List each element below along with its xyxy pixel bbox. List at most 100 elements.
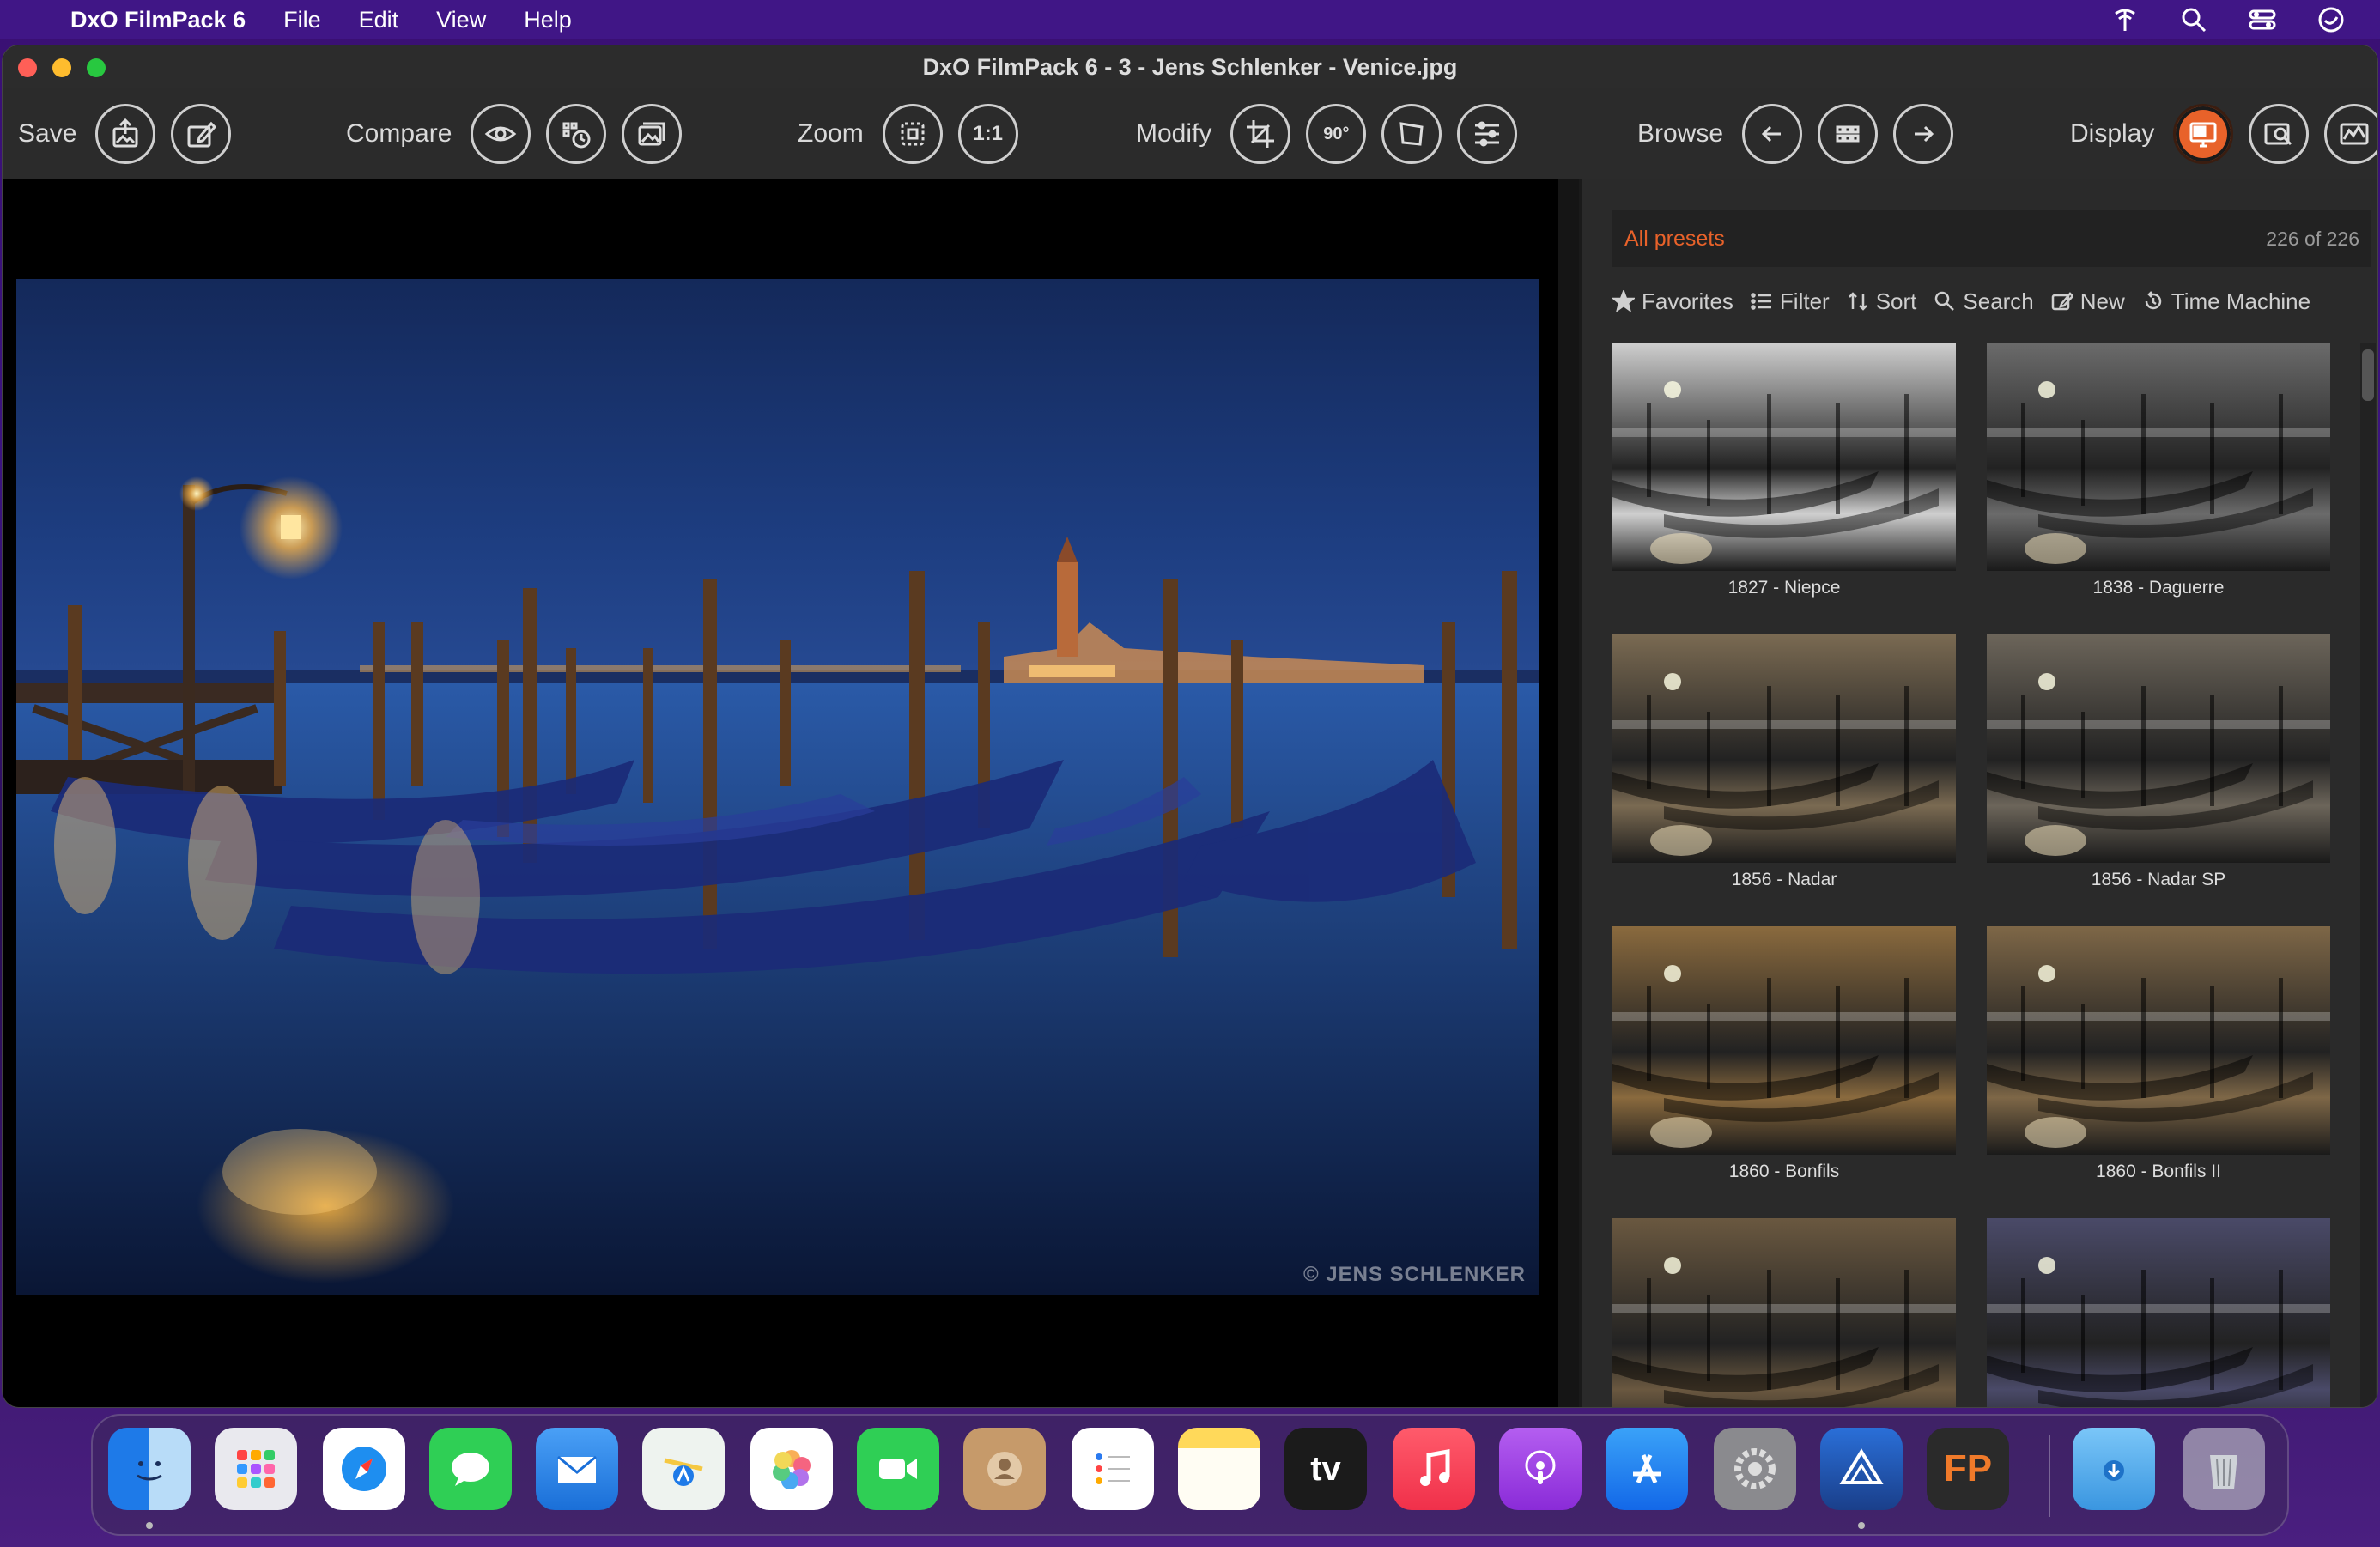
preset-preview-image [1987,634,2330,863]
preset-label: 1860 - Bonfils II [2096,1162,2221,1181]
dock-safari-icon[interactable] [323,1428,405,1510]
menu-app-name[interactable]: DxO FilmPack 6 [70,7,246,33]
dock-tv-icon[interactable]: tv [1284,1428,1367,1510]
new-preset-icon [2051,292,2073,311]
spotlight-search-icon[interactable] [2179,5,2208,34]
control-center-icon[interactable] [2248,5,2277,34]
maps-icon [664,1458,703,1486]
sliders-icon [1475,121,1500,147]
rotate-button[interactable]: 90° [1306,104,1367,164]
app-store-a-icon [1633,1453,1661,1484]
zoom-100-button[interactable]: 1:1 [957,104,1018,164]
siri-icon[interactable] [2316,5,2346,34]
filter-button[interactable]: Filter [1751,288,1830,315]
menu-bar: DxO FilmPack 6 File Edit View Help [0,0,2380,39]
save-group: Save [18,104,232,164]
edit-external-button[interactable] [171,104,232,164]
network-status-icon[interactable] [2110,5,2140,34]
menu-file[interactable]: File [283,7,321,33]
presets-scrollbar-thumb[interactable] [2362,349,2374,401]
crop-icon [1247,120,1275,148]
preset-label: 1856 - Nadar SP [2091,870,2226,889]
close-window-button[interactable] [18,58,37,77]
compare-group: Compare [346,104,683,164]
favorites-button[interactable]: Favorites [1612,288,1733,315]
preset-thumbnail[interactable] [1612,1218,1956,1407]
presets-category-dropdown[interactable]: All presets [1624,227,1725,252]
menu-help[interactable]: Help [524,7,572,33]
image-viewer: © JENS SCHLENKER [3,179,1558,1407]
dock-reminders-icon[interactable] [1072,1428,1154,1510]
zoom-window-button[interactable] [87,58,106,77]
dock-app-store-icon[interactable] [1606,1428,1688,1510]
zoom-fit-button[interactable] [882,104,943,164]
preset-thumbnail[interactable]: 1838 - Daguerre [1987,343,2330,598]
search-label: Search [1963,288,2034,314]
menu-edit[interactable]: Edit [359,7,399,33]
compare-history-button[interactable] [546,104,607,164]
dock-messages-icon[interactable] [429,1428,512,1510]
zoom-label: Zoom [798,119,864,148]
toolbar: Save Compare Zoom 1:1 Modify 90° Browse … [3,88,2377,179]
next-image-button[interactable] [1893,104,1954,164]
search-button[interactable]: Search [1934,288,2034,315]
dock-maps-icon[interactable] [642,1428,725,1510]
photo-copyright-watermark: © JENS SCHLENKER [1302,1263,1526,1286]
preset-label: 1838 - Daguerre [2092,578,2225,598]
title-bar: DxO FilmPack 6 - 3 - Jens Schlenker - Ve… [3,46,2377,88]
presets-scrollbar[interactable] [2360,343,2376,1407]
dock-facetime-icon[interactable] [857,1428,939,1510]
dock-downloads-icon[interactable] [2073,1428,2155,1510]
presets-count: 226 of 226 [2266,227,2359,250]
preset-label: 1856 - Nadar [1731,870,1837,889]
preset-thumbnail[interactable]: 1856 - Nadar [1612,634,1956,890]
dock-mail-icon[interactable] [536,1428,618,1510]
preset-thumbnail[interactable]: 1856 - Nadar SP [1987,634,2330,890]
dock-launchpad-icon[interactable] [215,1428,297,1510]
histogram-button[interactable] [2324,104,2377,164]
adjustments-button[interactable] [1457,104,1518,164]
dock-music-icon[interactable] [1393,1428,1475,1510]
dock-photos-icon[interactable] [750,1428,833,1510]
new-preset-button[interactable]: New [2051,288,2125,315]
venice-photo[interactable]: © JENS SCHLENKER [16,279,1539,1295]
export-button[interactable] [95,104,156,164]
dock-contacts-icon[interactable] [963,1428,1046,1510]
compare-side-by-side-button[interactable] [622,104,683,164]
menu-view[interactable]: View [436,7,486,33]
preset-preview-image [1987,1218,2330,1407]
display-label: Display [2070,119,2155,148]
preset-preview-image [1987,926,2330,1155]
preset-label: 1860 - Bonfils [1728,1162,1840,1181]
compare-original-button[interactable] [471,104,531,164]
minimize-window-button[interactable] [52,58,71,77]
window-title: DxO FilmPack 6 - 3 - Jens Schlenker - Ve… [922,53,1458,80]
histogram-icon [2340,123,2369,145]
dock-podcasts-icon[interactable] [1499,1428,1582,1510]
sort-button[interactable]: Sort [1847,288,1916,315]
preset-thumbnail[interactable] [1987,1218,2330,1407]
dock-affinity-icon[interactable] [1820,1428,1903,1510]
grid-view-button[interactable] [1818,104,1879,164]
preset-label: 1827 - Niepce [1727,578,1841,598]
preset-thumbnail[interactable]: 1860 - Bonfils [1612,926,1956,1182]
dock-finder-icon[interactable] [108,1428,191,1510]
dock-system-preferences-icon[interactable] [1714,1428,1796,1510]
previous-image-button[interactable] [1742,104,1803,164]
preset-preview-image [1612,1218,1956,1407]
venice-gondolas-image [16,476,1539,1295]
fullscreen-display-button[interactable] [2173,104,2234,164]
compass-icon [342,1447,386,1491]
dock-notes-icon[interactable] [1178,1428,1260,1510]
preset-thumbnail[interactable]: 1827 - Niepce [1612,343,1956,598]
time-machine-button[interactable]: Time Machine [2142,288,2310,315]
dock-trash-icon[interactable] [2183,1428,2265,1510]
finder-face-icon [137,1461,162,1481]
preset-thumbnail[interactable]: 1860 - Bonfils II [1987,926,2330,1182]
crop-button[interactable] [1230,104,1291,164]
presets-panel: All presets 226 of 226 Favorites Filter … [1579,179,2377,1407]
presets-header: All presets 226 of 226 [1612,210,2371,267]
loupe-button[interactable] [2249,104,2310,164]
dock-dxo-filmpack-icon[interactable]: FP [1927,1428,2009,1510]
perspective-button[interactable] [1381,104,1442,164]
